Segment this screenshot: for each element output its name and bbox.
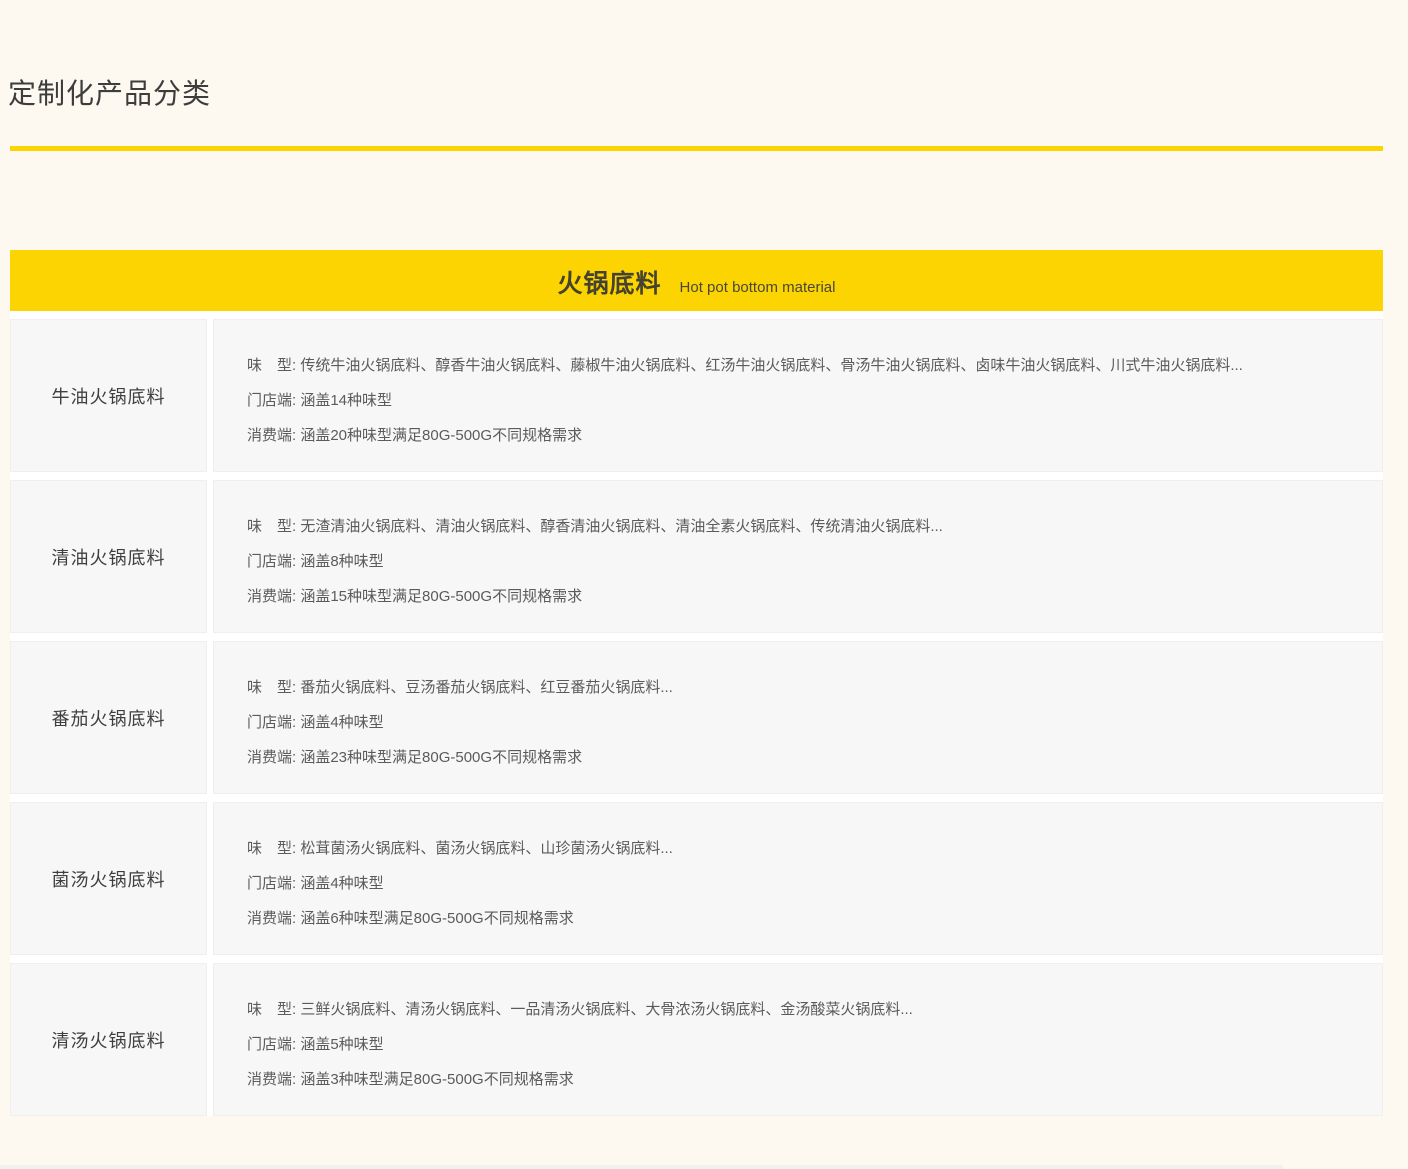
- detail-cell: 味 型: 番茄火锅底料、豆汤番茄火锅底料、红豆番茄火锅底料... 门店端: 涵盖…: [213, 641, 1383, 794]
- flavor-value: 三鲜火锅底料、清汤火锅底料、一品清汤火锅底料、大骨浓汤火锅底料、金汤酸菜火锅底料…: [300, 1001, 913, 1018]
- detail-cell: 味 型: 三鲜火锅底料、清汤火锅底料、一品清汤火锅底料、大骨浓汤火锅底料、金汤酸…: [213, 963, 1383, 1116]
- detail-cell: 味 型: 松茸菌汤火锅底料、菌汤火锅底料、山珍菌汤火锅底料... 门店端: 涵盖…: [213, 802, 1383, 955]
- flavor-label: 味 型:: [247, 840, 296, 857]
- flavor-value: 无渣清油火锅底料、清油火锅底料、醇香清油火锅底料、清油全素火锅底料、传统清油火锅…: [300, 518, 943, 535]
- detail-cell: 味 型: 传统牛油火锅底料、醇香牛油火锅底料、藤椒牛油火锅底料、红汤牛油火锅底料…: [213, 319, 1383, 472]
- consumer-label: 消费端:: [247, 588, 296, 605]
- title-divider: [10, 146, 1383, 151]
- consumer-value: 涵盖3种味型满足80G-500G不同规格需求: [300, 1071, 573, 1088]
- store-label: 门店端:: [247, 875, 296, 892]
- flavor-label: 味 型:: [247, 679, 296, 696]
- table-row: 菌汤火锅底料 味 型: 松茸菌汤火锅底料、菌汤火锅底料、山珍菌汤火锅底料... …: [10, 802, 1383, 955]
- store-value: 涵盖8种味型: [300, 553, 383, 570]
- consumer-line: 消费端: 涵盖3种味型满足80G-500G不同规格需求: [247, 1062, 1352, 1097]
- detail-cell: 味 型: 无渣清油火锅底料、清油火锅底料、醇香清油火锅底料、清油全素火锅底料、传…: [213, 480, 1383, 633]
- store-label: 门店端:: [247, 392, 296, 409]
- consumer-line: 消费端: 涵盖20种味型满足80G-500G不同规格需求: [247, 418, 1352, 453]
- table-row: 清汤火锅底料 味 型: 三鲜火锅底料、清汤火锅底料、一品清汤火锅底料、大骨浓汤火…: [10, 963, 1383, 1116]
- flavor-value: 番茄火锅底料、豆汤番茄火锅底料、红豆番茄火锅底料...: [300, 679, 673, 696]
- consumer-value: 涵盖23种味型满足80G-500G不同规格需求: [300, 749, 582, 766]
- category-cell: 清油火锅底料: [10, 480, 207, 633]
- consumer-value: 涵盖6种味型满足80G-500G不同规格需求: [300, 910, 573, 927]
- next-section-edge: [0, 1165, 1283, 1169]
- consumer-value: 涵盖20种味型满足80G-500G不同规格需求: [300, 427, 582, 444]
- store-value: 涵盖4种味型: [300, 714, 383, 731]
- consumer-line: 消费端: 涵盖15种味型满足80G-500G不同规格需求: [247, 579, 1352, 614]
- consumer-line: 消费端: 涵盖23种味型满足80G-500G不同规格需求: [247, 740, 1352, 775]
- consumer-line: 消费端: 涵盖6种味型满足80G-500G不同规格需求: [247, 901, 1352, 936]
- table-header: 火锅底料 Hot pot bottom material: [10, 250, 1383, 311]
- flavor-label: 味 型:: [247, 1001, 296, 1018]
- flavor-value: 松茸菌汤火锅底料、菌汤火锅底料、山珍菌汤火锅底料...: [300, 840, 673, 857]
- consumer-label: 消费端:: [247, 427, 296, 444]
- consumer-value: 涵盖15种味型满足80G-500G不同规格需求: [300, 588, 582, 605]
- flavor-line: 味 型: 三鲜火锅底料、清汤火锅底料、一品清汤火锅底料、大骨浓汤火锅底料、金汤酸…: [247, 992, 1352, 1027]
- store-label: 门店端:: [247, 1036, 296, 1053]
- store-line: 门店端: 涵盖14种味型: [247, 383, 1352, 418]
- store-line: 门店端: 涵盖4种味型: [247, 866, 1352, 901]
- flavor-value: 传统牛油火锅底料、醇香牛油火锅底料、藤椒牛油火锅底料、红汤牛油火锅底料、骨汤牛油…: [300, 357, 1243, 374]
- flavor-label: 味 型:: [247, 518, 296, 535]
- store-line: 门店端: 涵盖5种味型: [247, 1027, 1352, 1062]
- flavor-line: 味 型: 传统牛油火锅底料、醇香牛油火锅底料、藤椒牛油火锅底料、红汤牛油火锅底料…: [247, 348, 1352, 383]
- category-cell: 菌汤火锅底料: [10, 802, 207, 955]
- category-cell: 番茄火锅底料: [10, 641, 207, 794]
- flavor-line: 味 型: 松茸菌汤火锅底料、菌汤火锅底料、山珍菌汤火锅底料...: [247, 831, 1352, 866]
- flavor-line: 味 型: 番茄火锅底料、豆汤番茄火锅底料、红豆番茄火锅底料...: [247, 670, 1352, 705]
- consumer-label: 消费端:: [247, 1071, 296, 1088]
- store-label: 门店端:: [247, 553, 296, 570]
- table-header-title-en: Hot pot bottom material: [680, 279, 836, 296]
- table-header-title-cn: 火锅底料: [558, 264, 662, 300]
- store-value: 涵盖14种味型: [300, 392, 392, 409]
- store-line: 门店端: 涵盖4种味型: [247, 705, 1352, 740]
- store-label: 门店端:: [247, 714, 296, 731]
- category-cell: 牛油火锅底料: [10, 319, 207, 472]
- hotpot-base-table: 火锅底料 Hot pot bottom material 牛油火锅底料 味 型:…: [10, 250, 1383, 1116]
- consumer-label: 消费端:: [247, 749, 296, 766]
- table-row: 清油火锅底料 味 型: 无渣清油火锅底料、清油火锅底料、醇香清油火锅底料、清油全…: [10, 480, 1383, 633]
- page-title: 定制化产品分类: [8, 72, 211, 112]
- store-line: 门店端: 涵盖8种味型: [247, 544, 1352, 579]
- table-row: 牛油火锅底料 味 型: 传统牛油火锅底料、醇香牛油火锅底料、藤椒牛油火锅底料、红…: [10, 319, 1383, 472]
- flavor-line: 味 型: 无渣清油火锅底料、清油火锅底料、醇香清油火锅底料、清油全素火锅底料、传…: [247, 509, 1352, 544]
- consumer-label: 消费端:: [247, 910, 296, 927]
- store-value: 涵盖5种味型: [300, 1036, 383, 1053]
- store-value: 涵盖4种味型: [300, 875, 383, 892]
- flavor-label: 味 型:: [247, 357, 296, 374]
- table-row: 番茄火锅底料 味 型: 番茄火锅底料、豆汤番茄火锅底料、红豆番茄火锅底料... …: [10, 641, 1383, 794]
- category-cell: 清汤火锅底料: [10, 963, 207, 1116]
